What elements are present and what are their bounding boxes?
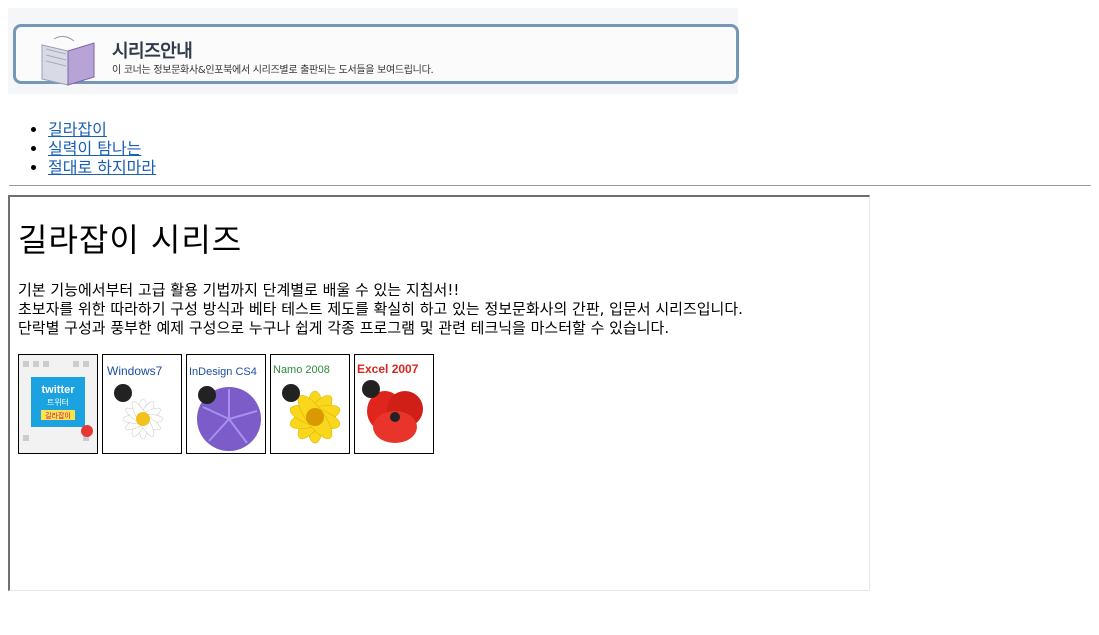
cover-title: Namo 2008 xyxy=(273,364,330,376)
description-line: 기본 기능에서부터 고급 활용 기법까지 단계별로 배울 수 있는 지침서!! xyxy=(18,281,460,299)
series-banner: 시리즈안내 이 코너는 정보문화사&인포북에서 시리즈별로 출판되는 도서들을 … xyxy=(8,8,739,94)
nav-link-jeoldaero[interactable]: 절대로 하지마라 xyxy=(48,158,156,177)
cover-title: twitter xyxy=(42,384,76,396)
banner-subtitle: 이 코너는 정보문화사&인포북에서 시리즈별로 출판되는 도서들을 보여드립니다… xyxy=(112,65,434,76)
banner-box: 시리즈안내 이 코너는 정보문화사&인포북에서 시리즈별로 출판되는 도서들을 … xyxy=(13,24,739,86)
cover-title: Excel 2007 xyxy=(357,362,419,376)
nav-item: 실력이 탐나는 xyxy=(48,139,1091,158)
banner-title: 시리즈안내 xyxy=(112,41,193,62)
open-book-icon xyxy=(41,35,95,86)
nav-item: 길라잡이 xyxy=(48,120,1091,139)
book-cover-excel-2007[interactable]: Excel 2007 xyxy=(354,354,434,454)
series-description: 기본 기능에서부터 고급 활용 기법까지 단계별로 배울 수 있는 지침서!! … xyxy=(18,281,869,338)
series-title: 길라잡이 시리즈 xyxy=(18,221,243,259)
book-covers: twitter 트위터 길라잡이 Windows7 InDesign CS4 N… xyxy=(18,354,869,454)
cover-tag: 길라잡이 xyxy=(45,411,71,420)
cover-subtitle: 트위터 xyxy=(47,398,69,407)
book-cover-namo-2008[interactable]: Namo 2008 xyxy=(270,354,350,454)
cover-title: Windows7 xyxy=(107,364,163,378)
description-line: 초보자를 위한 따라하기 구성 방식과 베타 테스트 제도를 확실히 하고 있는… xyxy=(18,300,743,318)
book-cover-indesign-cs4[interactable]: InDesign CS4 xyxy=(186,354,266,454)
nav-link-gilajabi[interactable]: 길라잡이 xyxy=(48,120,107,139)
series-frame: 길라잡이 시리즈 기본 기능에서부터 고급 활용 기법까지 단계별로 배울 수 … xyxy=(8,195,870,591)
page: 시리즈안내 이 코너는 정보문화사&인포북에서 시리즈별로 출판되는 도서들을 … xyxy=(0,0,1099,599)
nav-item: 절대로 하지마라 xyxy=(48,158,1091,177)
book-cover-windows7[interactable]: Windows7 xyxy=(102,354,182,454)
description-line: 단락별 구성과 풍부한 예제 구성으로 누구나 쉽게 각종 프로그램 및 관련 … xyxy=(18,319,670,337)
divider xyxy=(8,185,1091,186)
nav-link-silryeok[interactable]: 실력이 탐나는 xyxy=(48,139,141,158)
cover-title: InDesign CS4 xyxy=(189,366,257,378)
series-nav: 길라잡이 실력이 탐나는 절대로 하지마라 xyxy=(8,120,1091,177)
book-cover-twitter[interactable]: twitter 트위터 길라잡이 xyxy=(18,354,98,454)
